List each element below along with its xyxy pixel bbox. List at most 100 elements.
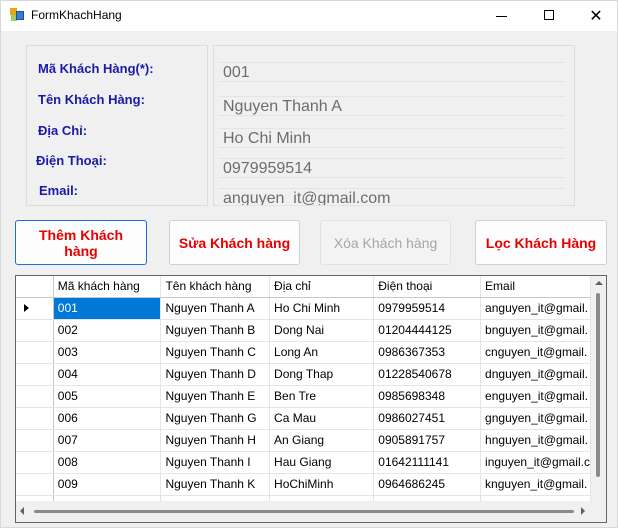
table-cell[interactable]: 01228540678 <box>373 363 482 386</box>
table-cell[interactable]: 001 <box>53 297 162 320</box>
table-cell[interactable]: Nguyen Thanh H <box>160 429 271 452</box>
row-header[interactable] <box>16 363 54 386</box>
row-header[interactable] <box>16 473 54 496</box>
column-header-diachi[interactable]: Địa chỉ <box>269 276 375 298</box>
table-cell[interactable]: Nguyen Thanh I <box>160 451 271 474</box>
table-cell[interactable]: cnguyen_it@gmail. <box>480 341 591 364</box>
dia-chi-label: Địa Chỉ: <box>38 123 88 138</box>
table-cell[interactable]: 008 <box>53 451 162 474</box>
row-header[interactable] <box>16 451 54 474</box>
table-cell[interactable]: 003 <box>53 341 162 364</box>
column-header-dienthoai[interactable]: Điện thoại <box>373 276 482 298</box>
app-icon <box>10 8 24 22</box>
column-header-email[interactable]: Email <box>480 276 591 298</box>
ten-khach-hang-label: Tên Khách Hàng: <box>38 92 145 107</box>
table-cell[interactable]: 01204444125 <box>373 319 482 342</box>
table-row[interactable]: 007 Nguyen Thanh H An Giang 0905891757 hnguy… <box>16 429 591 452</box>
email-label: Email: <box>39 183 79 198</box>
minimize-button[interactable] <box>479 1 525 31</box>
table-cell[interactable]: hnguyen_it@gmail. <box>480 429 591 452</box>
table-cell[interactable]: Ca Mau <box>269 407 375 430</box>
table-cell[interactable]: gnguyen_it@gmail. <box>480 407 591 430</box>
table-row[interactable]: 005 Nguyen Thanh E Ben Tre 0985698348 enguye… <box>16 385 591 408</box>
table-cell[interactable]: Ben Tre <box>269 385 375 408</box>
table-cell[interactable]: Dong Thap <box>269 363 375 386</box>
dien-thoai-label: Điện Thoại: <box>36 153 107 168</box>
row-header[interactable] <box>16 407 54 430</box>
table-row[interactable]: 004 Nguyen Thanh D Dong Thap 01228540678 dng… <box>16 363 591 386</box>
table-cell[interactable]: 0986027451 <box>373 407 482 430</box>
table-cell[interactable]: anguyen_it@gmail. <box>480 297 591 320</box>
table-row[interactable]: 001 Nguyen Thanh A Ho Chi Minh 0979959514 an… <box>16 297 591 320</box>
column-header-ten[interactable]: Tên khách hàng <box>160 276 271 298</box>
table-cell[interactable]: Long An <box>269 341 375 364</box>
title-bar[interactable]: FormKhachHang ✕ <box>1 1 617 31</box>
scroll-up-icon[interactable] <box>595 281 603 285</box>
table-cell[interactable]: Dong Nai <box>269 319 375 342</box>
vertical-scrollbar[interactable] <box>591 276 606 522</box>
table-cell[interactable]: Nguyen Thanh A <box>160 297 271 320</box>
horizontal-scroll-thumb[interactable] <box>34 510 574 513</box>
table-cell[interactable]: Nguyen Thanh K <box>160 473 271 496</box>
dia-chi-field[interactable]: Ho Chi Minh <box>218 128 565 148</box>
table-cell[interactable]: dnguyen_it@gmail. <box>480 363 591 386</box>
ma-khach-hang-field[interactable]: 001 <box>218 62 565 82</box>
email-field[interactable]: anguyen_it@gmail.com <box>218 188 565 206</box>
vertical-scroll-thumb[interactable] <box>596 293 600 477</box>
header-row: Mã khách hàng Tên khách hàng Địa chỉ Điệ… <box>16 276 591 298</box>
table-cell[interactable]: 0986367353 <box>373 341 482 364</box>
table-cell[interactable]: 0964686245 <box>373 473 482 496</box>
table-cell[interactable]: 009 <box>53 473 162 496</box>
table-cell[interactable]: 007 <box>53 429 162 452</box>
table-cell[interactable]: Nguyen Thanh C <box>160 341 271 364</box>
table-cell[interactable]: Nguyen Thanh G <box>160 407 271 430</box>
table-cell[interactable]: 0979959514 <box>373 297 482 320</box>
table-row[interactable]: 003 Nguyen Thanh C Long An 0986367353 cnguye… <box>16 341 591 364</box>
row-header[interactable] <box>16 297 54 320</box>
row-header[interactable] <box>16 385 54 408</box>
table-cell[interactable]: 002 <box>53 319 162 342</box>
table-cell[interactable]: 0905891757 <box>373 429 482 452</box>
customer-table: Mã khách hàng Tên khách hàng Địa chỉ Điệ… <box>16 276 591 501</box>
close-button[interactable]: ✕ <box>573 1 618 31</box>
table-row[interactable]: 009 Nguyen Thanh K HoChiMinh 0964686245 kngu… <box>16 473 591 496</box>
add-customer-button[interactable]: Thêm Khách hàng <box>15 220 147 265</box>
table-row[interactable]: 002 Nguyen Thanh B Dong Nai 01204444125 bngu… <box>16 319 591 342</box>
ma-khach-hang-label: Mã Khách Hàng(*): <box>38 61 154 76</box>
table-cell[interactable]: 005 <box>53 385 162 408</box>
horizontal-scrollbar[interactable] <box>16 501 591 522</box>
add-customer-label: Thêm Khách hàng <box>38 226 123 259</box>
table-cell[interactable]: Nguyen Thanh D <box>160 363 271 386</box>
minimize-icon <box>496 16 507 17</box>
table-cell[interactable]: 004 <box>53 363 162 386</box>
maximize-icon <box>544 10 554 20</box>
table-cell[interactable]: inguyen_it@gmail.c <box>480 451 591 474</box>
row-header[interactable] <box>16 341 54 364</box>
delete-customer-button[interactable]: Xóa Khách hàng <box>320 220 451 265</box>
dien-thoai-field[interactable]: 0979959514 <box>218 158 565 178</box>
maximize-button[interactable] <box>526 1 572 31</box>
row-header[interactable] <box>16 319 54 342</box>
table-cell[interactable]: Nguyen Thanh B <box>160 319 271 342</box>
table-cell[interactable]: Ho Chi Minh <box>269 297 375 320</box>
ten-khach-hang-field[interactable]: Nguyen Thanh A <box>218 96 565 116</box>
table-row[interactable]: 006 Nguyen Thanh G Ca Mau 0986027451 gnguyen… <box>16 407 591 430</box>
table-cell[interactable]: enguyen_it@gmail. <box>480 385 591 408</box>
filter-customer-button[interactable]: Lọc Khách Hàng <box>475 220 607 265</box>
row-header[interactable] <box>16 429 54 452</box>
table-cell[interactable]: 006 <box>53 407 162 430</box>
table-cell[interactable]: 0985698348 <box>373 385 482 408</box>
table-cell[interactable]: bnguyen_it@gmail. <box>480 319 591 342</box>
scroll-right-icon[interactable] <box>581 507 585 515</box>
table-cell[interactable]: Nguyen Thanh E <box>160 385 271 408</box>
table-cell[interactable]: HoChiMinh <box>269 473 375 496</box>
table-cell[interactable]: knguyen_it@gmail. <box>480 473 591 496</box>
column-header-ma[interactable]: Mã khách hàng <box>53 276 162 298</box>
table-cell[interactable]: 01642111141 <box>373 451 482 474</box>
table-cell[interactable]: An Giang <box>269 429 375 452</box>
edit-customer-button[interactable]: Sửa Khách hàng <box>169 220 300 265</box>
table-cell[interactable]: Hau Giang <box>269 451 375 474</box>
scroll-left-icon[interactable] <box>20 507 24 515</box>
table-row[interactable]: 008 Nguyen Thanh I Hau Giang 01642111141 ing… <box>16 451 591 474</box>
customer-grid[interactable]: Mã khách hàng Tên khách hàng Địa chỉ Điệ… <box>15 275 607 523</box>
